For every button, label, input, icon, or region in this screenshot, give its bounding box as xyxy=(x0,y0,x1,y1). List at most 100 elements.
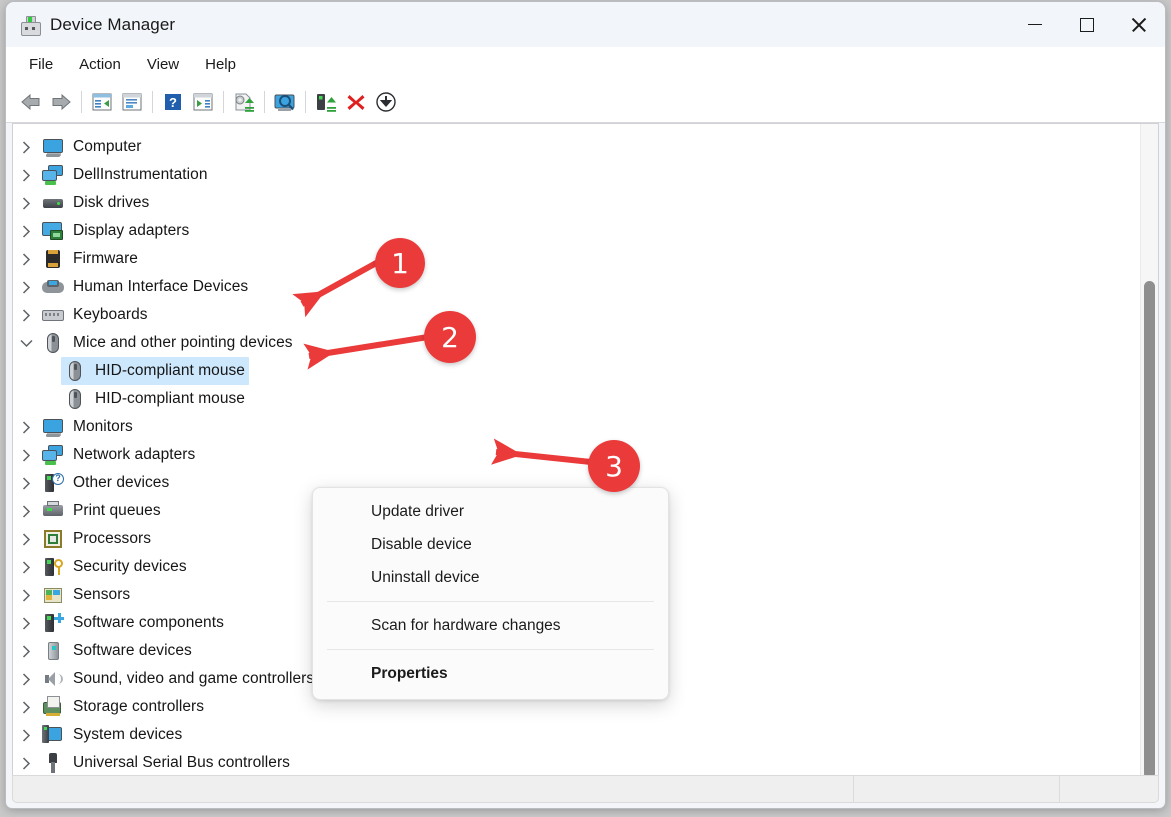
context-menu: Update driver Disable device Uninstall d… xyxy=(312,487,669,700)
tree-item-content[interactable]: ? Other devices xyxy=(39,469,173,497)
tree-item-computer[interactable]: Computer xyxy=(13,133,1142,161)
annotation-marker-1: 1 xyxy=(375,238,425,288)
help-button[interactable]: ? xyxy=(158,88,188,116)
context-menu-item-properties[interactable]: Properties xyxy=(313,657,668,690)
chevron-right-icon[interactable] xyxy=(13,133,39,161)
tree-item-network-adapters[interactable]: Network adapters xyxy=(13,441,1142,469)
chevron-right-icon[interactable] xyxy=(13,413,39,441)
context-menu-item-disable-device[interactable]: Disable device xyxy=(313,528,668,561)
chevron-right-icon[interactable] xyxy=(13,469,39,497)
update-driver-button[interactable] xyxy=(229,88,259,116)
tree-item-content[interactable]: Network adapters xyxy=(39,441,199,469)
tree-item-content[interactable]: Mice and other pointing devices xyxy=(39,329,297,357)
uninstall-device-button[interactable] xyxy=(341,88,371,116)
chevron-right-icon[interactable] xyxy=(13,245,39,273)
chevron-right-icon[interactable] xyxy=(13,497,39,525)
chevron-right-icon[interactable] xyxy=(13,301,39,329)
tree-item-label: Software components xyxy=(73,614,224,631)
tree-item-content[interactable]: HID-compliant mouse xyxy=(61,385,249,413)
svg-text:?: ? xyxy=(169,95,177,110)
window-controls xyxy=(1009,2,1165,47)
back-button[interactable] xyxy=(16,88,46,116)
chevron-right-icon[interactable] xyxy=(13,665,39,693)
tree-item-firmware[interactable]: Firmware xyxy=(13,245,1142,273)
context-menu-item-update-driver[interactable]: Update driver xyxy=(313,495,668,528)
tree-item-content[interactable]: Software components xyxy=(39,609,228,637)
scrollbar-thumb[interactable] xyxy=(1144,281,1155,778)
close-button[interactable] xyxy=(1113,2,1165,47)
chevron-right-icon[interactable] xyxy=(13,217,39,245)
show-hide-action-pane-button[interactable] xyxy=(188,88,218,116)
tree-item-label: Print queues xyxy=(73,502,161,519)
show-hide-console-tree-button[interactable] xyxy=(87,88,117,116)
chevron-right-icon[interactable] xyxy=(13,609,39,637)
tree-item-content[interactable]: Computer xyxy=(39,133,145,161)
tree-item-monitors[interactable]: Monitors xyxy=(13,413,1142,441)
tree-item-label: DellInstrumentation xyxy=(73,166,208,183)
tree-item-human-interface-devices[interactable]: Human Interface Devices xyxy=(13,273,1142,301)
tree-item-mice-and-other-pointing-devices[interactable]: Mice and other pointing devices xyxy=(13,329,1142,357)
maximize-button[interactable] xyxy=(1061,2,1113,47)
tree-item-content[interactable]: Human Interface Devices xyxy=(39,273,252,301)
tree-item-keyboards[interactable]: Keyboards xyxy=(13,301,1142,329)
enable-device-button[interactable] xyxy=(311,88,341,116)
tree-item-content[interactable]: Keyboards xyxy=(39,301,152,329)
chevron-right-icon[interactable] xyxy=(13,525,39,553)
forward-button[interactable] xyxy=(46,88,76,116)
chevron-right-icon[interactable] xyxy=(13,693,39,721)
chevron-down-icon[interactable] xyxy=(13,329,39,357)
tree-item-universal-serial-bus-controllers[interactable]: Universal Serial Bus controllers xyxy=(13,749,1142,777)
chevron-right-icon[interactable] xyxy=(13,161,39,189)
tree-item-label: Human Interface Devices xyxy=(73,278,249,295)
tree-item-disk-drives[interactable]: Disk drives xyxy=(13,189,1142,217)
context-menu-item-scan-for-hardware-changes[interactable]: Scan for hardware changes xyxy=(313,609,668,642)
menu-action[interactable]: Action xyxy=(68,52,132,77)
chevron-right-icon[interactable] xyxy=(13,749,39,777)
minimize-button[interactable] xyxy=(1009,2,1061,47)
properties-button[interactable] xyxy=(117,88,147,116)
menu-view[interactable]: View xyxy=(136,52,190,77)
chevron-right-icon[interactable] xyxy=(13,553,39,581)
tree-item-hid-compliant-mouse[interactable]: HID-compliant mouse xyxy=(13,357,1142,385)
tree-item-content[interactable]: Sensors xyxy=(39,581,134,609)
chevron-right-icon[interactable] xyxy=(13,441,39,469)
system-device-icon xyxy=(42,724,64,746)
tree-item-content[interactable]: Display adapters xyxy=(39,217,193,245)
context-menu-item-uninstall-device[interactable]: Uninstall device xyxy=(313,561,668,594)
scan-for-hardware-changes-icon xyxy=(274,94,295,111)
tree-item-content[interactable]: Print queues xyxy=(39,497,165,525)
tree-item-label: Security devices xyxy=(73,558,187,575)
tree-item-content[interactable]: Storage controllers xyxy=(39,693,208,721)
tree-item-display-adapters[interactable]: Display adapters xyxy=(13,217,1142,245)
menu-file[interactable]: File xyxy=(18,52,64,77)
security-device-icon xyxy=(42,556,64,578)
tree-item-content[interactable]: Security devices xyxy=(39,553,191,581)
tree-item-content[interactable]: DellInstrumentation xyxy=(39,161,212,189)
tree-item-content[interactable]: System devices xyxy=(39,721,186,749)
vertical-scrollbar[interactable] xyxy=(1140,124,1158,778)
tree-item-selected-highlight[interactable]: HID-compliant mouse xyxy=(61,357,249,385)
context-menu-separator xyxy=(327,649,654,650)
tree-item-content[interactable]: Disk drives xyxy=(39,189,153,217)
chevron-right-icon[interactable] xyxy=(13,189,39,217)
tree-item-content[interactable]: Universal Serial Bus controllers xyxy=(39,749,294,777)
tree-item-content[interactable]: Firmware xyxy=(39,245,142,273)
tree-item-content[interactable]: Monitors xyxy=(39,413,137,441)
scan-for-hardware-changes-button[interactable] xyxy=(270,88,300,116)
chevron-right-icon[interactable] xyxy=(13,721,39,749)
tree-item-label: Other devices xyxy=(73,474,170,491)
computer-icon xyxy=(42,136,64,158)
tree-item-content[interactable]: Processors xyxy=(39,525,155,553)
sound-controller-icon xyxy=(42,668,64,690)
annotation-marker-3: 3 xyxy=(588,440,640,492)
tree-item-dellinstrumentation[interactable]: DellInstrumentation xyxy=(13,161,1142,189)
tree-item-content[interactable]: Sound, video and game controllers xyxy=(39,665,318,693)
tree-item-content[interactable]: Software devices xyxy=(39,637,196,665)
chevron-right-icon[interactable] xyxy=(13,273,39,301)
menu-help[interactable]: Help xyxy=(194,52,247,77)
chevron-right-icon[interactable] xyxy=(13,581,39,609)
tree-item-system-devices[interactable]: System devices xyxy=(13,721,1142,749)
disable-device-button[interactable] xyxy=(371,88,401,116)
tree-item-hid-compliant-mouse[interactable]: HID-compliant mouse xyxy=(13,385,1142,413)
chevron-right-icon[interactable] xyxy=(13,637,39,665)
